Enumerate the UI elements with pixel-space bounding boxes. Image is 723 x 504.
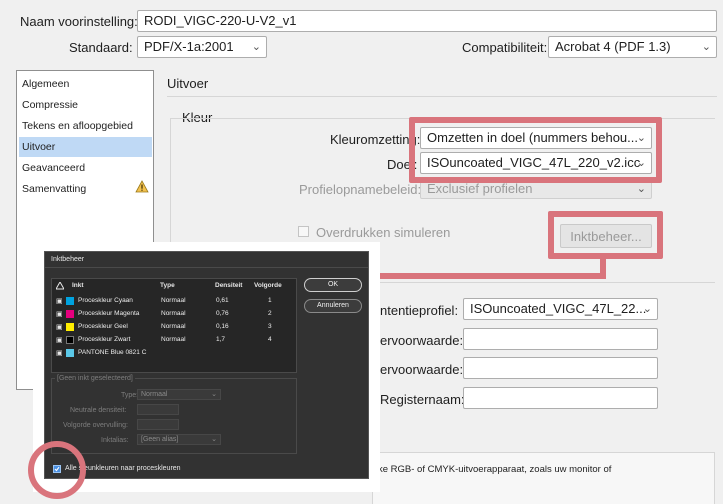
ink-row[interactable]: ▣ PANTONE Blue 0821 C — [55, 347, 295, 359]
standard-label: Standaard: — [69, 40, 133, 55]
intent-profile-select-value: ISOuncoated_VIGC_47L_22... — [470, 301, 647, 316]
cancel-button[interactable]: Annuleren — [304, 299, 362, 313]
neutral-density-field[interactable] — [137, 404, 179, 415]
cancel-button-label: Annuleren — [317, 302, 349, 309]
description-text: ke RGB- of CMYK-uitvoerapparaat, zoals u… — [378, 464, 612, 475]
chevron-down-icon: ⌄ — [642, 303, 652, 315]
ink-row[interactable]: ▣ Proceskleur Cyaan Normaal 0,61 1 — [55, 295, 295, 307]
ink-swatch-black — [66, 336, 74, 344]
compatibility-label: Compatibiliteit: — [462, 40, 548, 55]
ink-name: PANTONE Blue 0821 C — [78, 349, 147, 356]
registry-name-field[interactable] — [463, 387, 658, 409]
ink-density: 0,16 — [216, 323, 229, 330]
ink-swatch-pantone — [66, 349, 74, 357]
neutral-density-label: Neutrale densiteit: — [70, 407, 127, 414]
intent-profile-select[interactable]: ISOuncoated_VIGC_47L_22... ⌄ — [463, 298, 658, 320]
section-title-divider — [167, 96, 717, 97]
sidebar-item-compressie[interactable]: Compressie — [19, 95, 152, 115]
ink-density: 0,76 — [216, 310, 229, 317]
ink-dialog-title: Inktbeheer — [51, 256, 85, 263]
chevron-down-icon: ⌄ — [701, 41, 711, 53]
ink-name: Proceskleur Magenta — [78, 310, 140, 317]
highlight-checkbox-circle — [28, 441, 86, 499]
ink-type: Normaal — [161, 297, 186, 304]
output-condition-id-field[interactable] — [463, 357, 658, 379]
ink-type: Normaal — [161, 336, 186, 343]
ink-density: 0,61 — [216, 297, 229, 304]
output-condition-id-label: ervoorwaarde: — [380, 362, 464, 377]
compatibility-select-value: Acrobat 4 (PDF 1.3) — [555, 39, 671, 54]
standard-select-value: PDF/X-1a:2001 — [144, 39, 234, 54]
ink-column-header-order: Volgorde — [254, 282, 282, 289]
ink-column-header-density: Densiteit — [215, 282, 243, 289]
sidebar-item-tekens[interactable]: Tekens en afloopgebied — [19, 116, 152, 136]
conversion-label: Kleuromzetting: — [330, 132, 421, 147]
chevron-down-icon: ⌄ — [211, 436, 217, 443]
ink-column-header-type: Type — [160, 282, 175, 289]
preset-name-field[interactable]: RODI_VIGC-220-U-V2_v1 — [137, 10, 717, 32]
ink-swatch-magenta — [66, 310, 74, 318]
ink-alias-label: Inktalias: — [101, 437, 129, 444]
ink-row[interactable]: ▣ Proceskleur Geel Normaal 0,16 3 — [55, 321, 295, 333]
warning-icon — [135, 180, 149, 193]
highlight-ink-manager-button — [548, 211, 663, 259]
output-condition-field[interactable] — [463, 328, 658, 350]
ink-manager-dialog: Inktbeheer Inkt Type Densiteit Volgorde … — [44, 251, 369, 479]
ink-density: 1,7 — [216, 336, 226, 343]
ink-swatch-yellow — [66, 323, 74, 331]
ok-button[interactable]: OK — [304, 278, 362, 292]
process-ink-icon: ▣ — [56, 324, 63, 331]
ink-name: Proceskleur Zwart — [78, 336, 131, 343]
overprint-label: Overdrukken simuleren — [316, 225, 451, 240]
sidebar-item-uitvoer[interactable]: Uitvoer — [19, 137, 152, 157]
description-box — [372, 452, 715, 504]
chevron-down-icon: ⌄ — [636, 183, 646, 195]
ink-type-label: Type: — [121, 392, 139, 399]
ink-order: 1 — [268, 297, 272, 304]
sidebar-item-algemeen[interactable]: Algemeen — [19, 74, 152, 94]
ink-name: Proceskleur Geel — [78, 323, 128, 330]
profile-policy-label: Profielopnamebeleid: — [299, 182, 422, 197]
ink-list[interactable]: Inkt Type Densiteit Volgorde ▣ Proceskle… — [51, 278, 297, 373]
ink-order: 3 — [268, 323, 272, 330]
ink-type-select-value: Normaal — [141, 391, 168, 398]
ink-alias-select-value: [Geen alias] — [141, 436, 179, 443]
ink-type: Normaal — [161, 310, 186, 317]
intent-profile-label: ntentieprofiel: — [380, 303, 459, 318]
ok-button-label: OK — [327, 281, 339, 288]
section-title: Uitvoer — [167, 76, 209, 91]
sidebar-item-samenvatting[interactable]: Samenvatting — [19, 179, 152, 199]
process-ink-icon: ▣ — [56, 311, 63, 318]
standard-select[interactable]: PDF/X-1a:2001 ⌄ — [137, 36, 267, 58]
chevron-down-icon: ⌄ — [211, 391, 217, 398]
compatibility-select[interactable]: Acrobat 4 (PDF 1.3) ⌄ — [548, 36, 717, 58]
chevron-down-icon: ⌄ — [251, 41, 261, 53]
highlight-conversion-target — [409, 117, 662, 183]
ink-row[interactable]: ▣ Proceskleur Magenta Normaal 0,76 2 — [55, 308, 295, 320]
overprint-checkbox[interactable] — [298, 226, 309, 237]
highlight-connector-horizontal — [380, 273, 606, 279]
sidebar-item-geavanceerd[interactable]: Geavanceerd — [19, 158, 152, 178]
ink-row[interactable]: ▣ Proceskleur Zwart Normaal 1,7 4 — [55, 334, 295, 346]
ink-type-select[interactable]: Normaal ⌄ — [137, 389, 221, 400]
process-ink-icon: ▣ — [56, 337, 63, 344]
ink-name: Proceskleur Cyaan — [78, 297, 133, 304]
ink-order: 2 — [268, 310, 272, 317]
output-condition-label: ervoorwaarde: — [380, 333, 464, 348]
ink-type: Normaal — [161, 323, 186, 330]
trap-sequence-field[interactable] — [137, 419, 179, 430]
preset-name-label: Naam voorinstelling: — [20, 14, 138, 29]
trap-sequence-label: Volgorde overvulling: — [63, 422, 128, 429]
ink-manager-header-icon — [56, 282, 64, 290]
ink-dialog-title-divider — [45, 267, 368, 268]
registry-name-label: Registernaam: — [380, 392, 465, 407]
process-ink-icon: ▣ — [56, 298, 63, 305]
no-ink-selected-label: [Geen inkt geselecteerd] — [55, 375, 135, 382]
ink-column-header-name: Inkt — [72, 282, 84, 289]
ink-order: 4 — [268, 336, 272, 343]
profile-policy-select-value: Exclusief profielen — [427, 181, 533, 196]
ink-alias-select[interactable]: [Geen alias] ⌄ — [137, 434, 221, 445]
ink-swatch-cyan — [66, 297, 74, 305]
process-ink-icon: ▣ — [56, 350, 63, 357]
